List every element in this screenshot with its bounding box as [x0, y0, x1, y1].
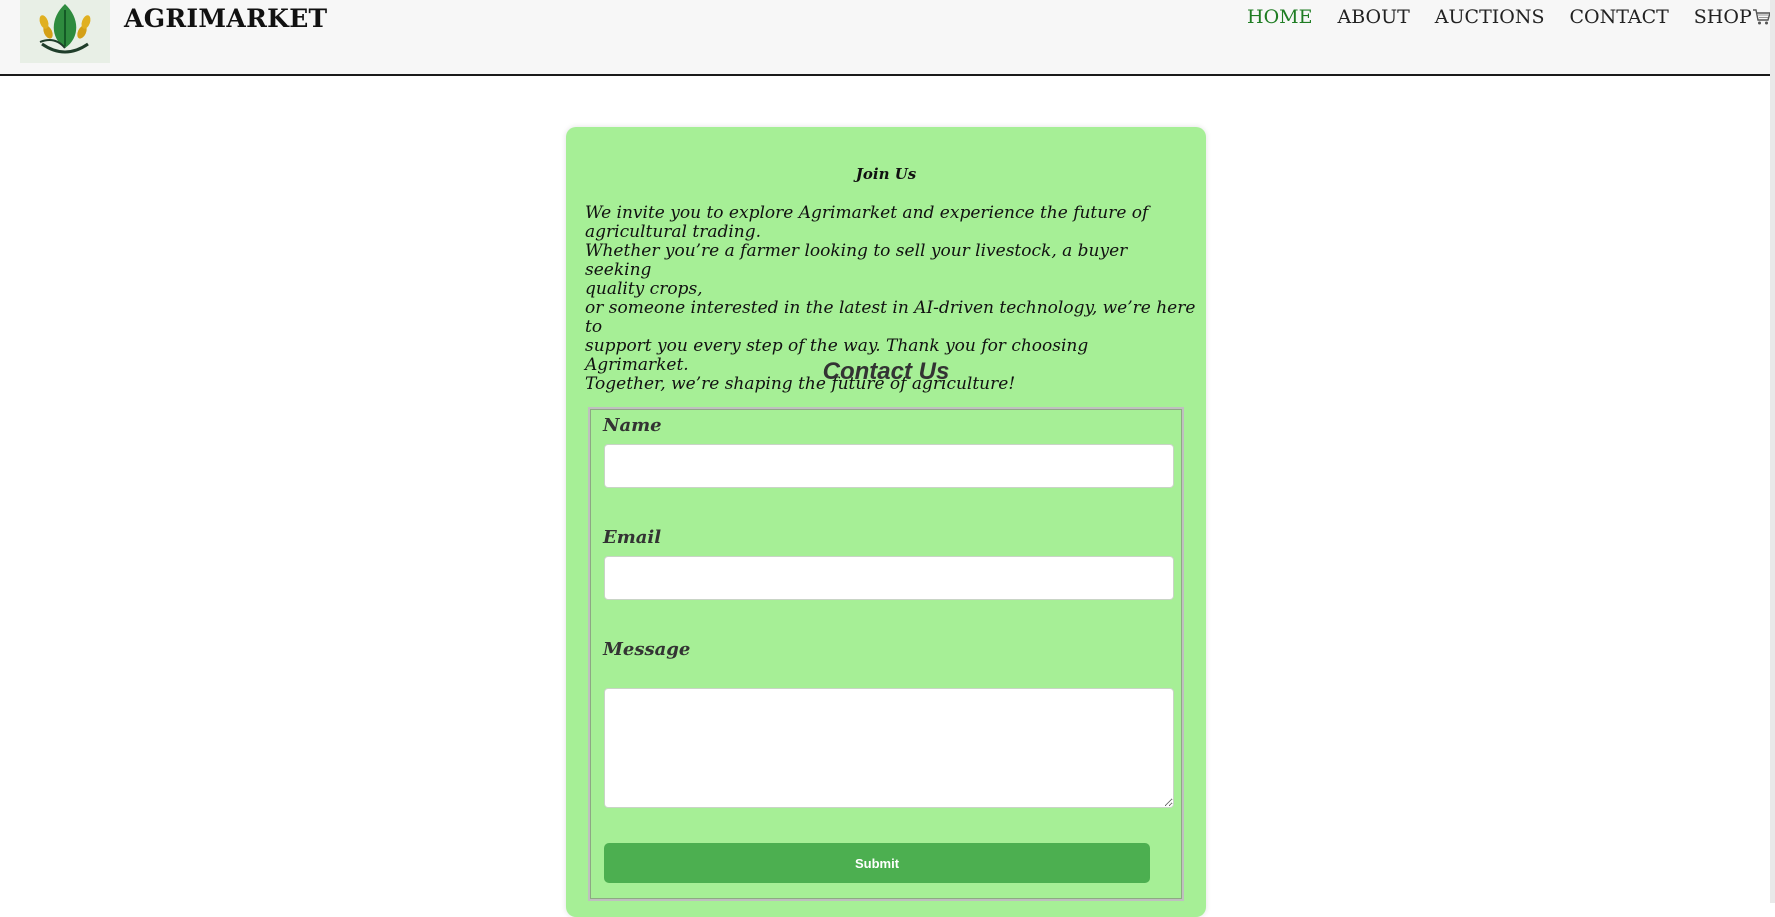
- join-us-heading: Join Us: [855, 165, 917, 183]
- top-navbar: AGRIMARKET HOME ABOUT AUCTIONS CONTACT S…: [0, 0, 1772, 76]
- nav-auctions[interactable]: AUCTIONS: [1435, 6, 1545, 28]
- nav-contact[interactable]: CONTACT: [1569, 6, 1668, 28]
- intro-line: We invite you to explore Agrimarket and …: [585, 203, 1149, 223]
- email-label: Email: [603, 527, 662, 548]
- main-nav: HOME ABOUT AUCTIONS CONTACT SHOP: [1247, 6, 1772, 28]
- submit-button[interactable]: Submit: [604, 843, 1150, 883]
- message-textarea[interactable]: [604, 688, 1174, 808]
- contact-us-heading: Contact Us: [822, 358, 950, 385]
- brand-title: AGRIMARKET: [124, 4, 328, 33]
- nav-shop-label: SHOP: [1693, 6, 1752, 28]
- nav-about[interactable]: ABOUT: [1337, 6, 1409, 28]
- intro-line: quality crops,: [585, 279, 703, 299]
- name-input[interactable]: [604, 444, 1174, 488]
- email-input[interactable]: [604, 556, 1174, 600]
- intro-line: or someone interested in the latest in A…: [585, 298, 1196, 337]
- logo-wheat-leaf-icon: [20, 0, 110, 63]
- message-label: Message: [603, 639, 691, 660]
- scrollbar[interactable]: [1770, 0, 1775, 903]
- contact-card: Join Us We invite you to explore Agrimar…: [566, 127, 1206, 917]
- cart-icon: [1752, 9, 1771, 25]
- nav-home[interactable]: HOME: [1247, 6, 1312, 28]
- intro-line: Whether you’re a farmer looking to sell …: [585, 241, 1128, 280]
- contact-form: Name Email Message Submit: [588, 407, 1184, 901]
- intro-line: agricultural trading.: [585, 222, 762, 242]
- logo[interactable]: [20, 0, 110, 63]
- name-label: Name: [603, 415, 662, 436]
- nav-shop[interactable]: SHOP: [1694, 6, 1772, 28]
